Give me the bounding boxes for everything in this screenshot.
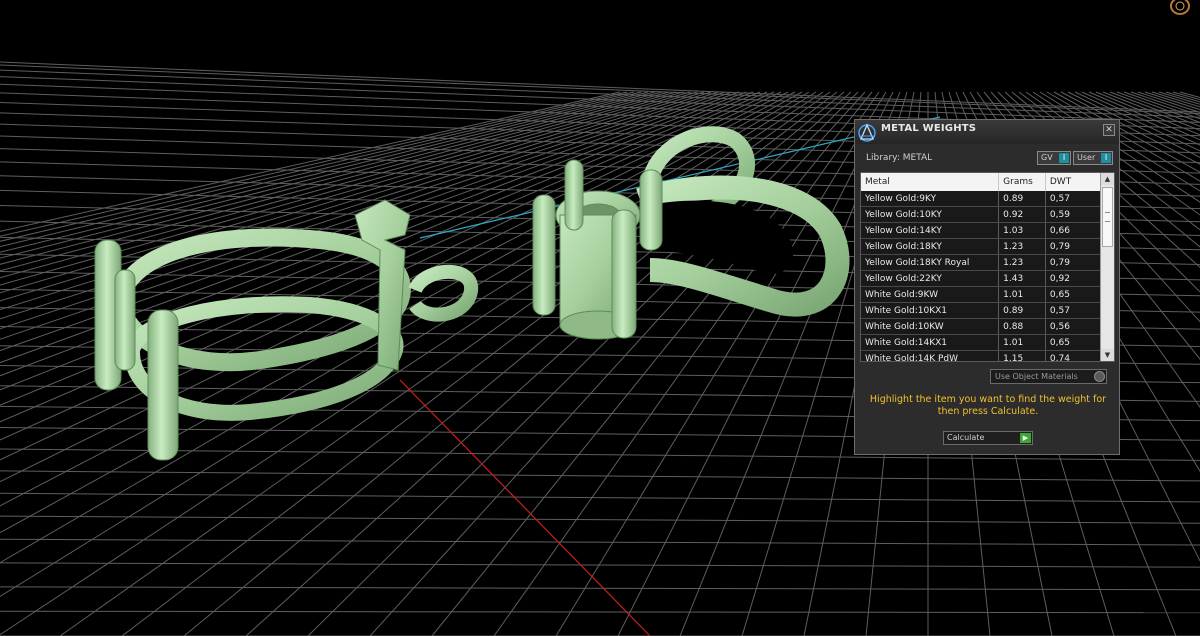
- grid-line: [0, 610, 1200, 614]
- metal-weights-panel: METAL WEIGHTS ✕ Library: METAL GV I User…: [854, 119, 1120, 455]
- grams-cell: 0.88: [998, 318, 1046, 335]
- product-logo-icon: [858, 123, 876, 142]
- grams-cell: 1.01: [998, 334, 1046, 351]
- grams-cell: 1.23: [998, 254, 1046, 271]
- table-row[interactable]: Yellow Gold:18KY 1.23 0,79: [861, 238, 1103, 255]
- grams-cell: 1.03: [998, 222, 1046, 239]
- grams-cell: 1.01: [998, 286, 1046, 303]
- dwt-cell: 0,79: [1045, 254, 1103, 271]
- grid-line: [0, 91, 628, 237]
- table-row[interactable]: Yellow Gold:22KY 1.43 0,92: [861, 270, 1103, 287]
- grams-cell: 0.89: [998, 191, 1046, 207]
- gv-library-toggle[interactable]: GV I: [1037, 151, 1071, 165]
- grid-line: [493, 91, 880, 636]
- table-row[interactable]: White Gold:14KX1 1.01 0,65: [861, 334, 1103, 351]
- library-label: Library: METAL: [866, 153, 933, 163]
- dwt-cell: 0,92: [1045, 270, 1103, 287]
- column-header-metal[interactable]: Metal: [861, 173, 1000, 191]
- calculate-button[interactable]: Calculate ▶: [943, 431, 1033, 445]
- metal-table-container[interactable]: Metal Grams DWT Yellow Gold:9KY 0.89 0,57 Y…: [860, 172, 1115, 362]
- grid-line: [0, 515, 1200, 524]
- metal-name-cell: Yellow Gold:18KY: [861, 238, 1000, 255]
- metal-name-cell: Yellow Gold:14KY: [861, 222, 1000, 239]
- use-object-materials-toggle[interactable]: Use Object Materials: [990, 369, 1107, 384]
- metal-name-cell: White Gold:10KX1: [861, 302, 1000, 319]
- grams-cell: 0.89: [998, 302, 1046, 319]
- user-toggle-indicator: I: [1101, 153, 1111, 163]
- table-row[interactable]: White Gold:14K PdW 1.15 0,74: [861, 350, 1103, 361]
- metal-name-cell: White Gold:14K PdW: [861, 350, 1000, 361]
- metal-name-cell: Yellow Gold:18KY Royal: [861, 254, 1000, 271]
- play-arrow-icon: ▶: [1020, 433, 1031, 443]
- grams-cell: 1.23: [998, 238, 1046, 255]
- instructions-text: Highlight the item you want to find the …: [869, 394, 1107, 417]
- dwt-cell: 0,79: [1045, 238, 1103, 255]
- table-row[interactable]: Yellow Gold:10KY 0.92 0,59: [861, 206, 1103, 223]
- dwt-cell: 0,66: [1045, 222, 1103, 239]
- grams-cell: 1.15: [998, 350, 1046, 361]
- dwt-cell: 0,57: [1045, 191, 1103, 207]
- grid-line: [0, 538, 1200, 546]
- metal-name-cell: Yellow Gold:22KY: [861, 270, 1000, 287]
- dwt-cell: 0,74: [1045, 350, 1103, 361]
- gv-toggle-label: GV: [1041, 153, 1053, 162]
- grams-cell: 0.92: [998, 206, 1046, 223]
- table-row[interactable]: Yellow Gold:18KY Royal 1.23 0,79: [861, 254, 1103, 271]
- dwt-cell: 0,57: [1045, 302, 1103, 319]
- column-header-dwt[interactable]: DWT: [1045, 173, 1103, 191]
- grid-line: [245, 91, 852, 636]
- metal-name-cell: White Gold:10KW: [861, 318, 1000, 335]
- table-row[interactable]: White Gold:10KW 0.88 0,56: [861, 318, 1103, 335]
- use-object-materials-label: Use Object Materials: [995, 372, 1078, 381]
- grid-line: [0, 586, 1200, 591]
- panel-title: METAL WEIGHTS: [881, 123, 977, 134]
- table-row[interactable]: Yellow Gold:9KY 0.89 0,57: [861, 191, 1103, 207]
- grid-line: [0, 61, 1200, 113]
- table-header-row: Metal Grams DWT: [861, 173, 1103, 191]
- scroll-down-arrow-icon[interactable]: ▼: [1101, 349, 1114, 361]
- grid-line: [555, 91, 887, 636]
- user-library-toggle[interactable]: User I: [1073, 151, 1113, 165]
- gv-toggle-indicator: I: [1059, 153, 1069, 163]
- metal-name-cell: Yellow Gold:10KY: [861, 206, 1000, 223]
- dwt-cell: 0,56: [1045, 318, 1103, 335]
- toggle-knob-icon: [1094, 371, 1105, 382]
- table-row[interactable]: White Gold:9KW 1.01 0,65: [861, 286, 1103, 303]
- calculate-label: Calculate: [947, 433, 985, 442]
- table-row[interactable]: Yellow Gold:14KY 1.03 0,66: [861, 222, 1103, 239]
- user-toggle-label: User: [1077, 153, 1096, 162]
- table-row[interactable]: White Gold:10KX1 0.89 0,57: [861, 302, 1103, 319]
- grams-cell: 1.43: [998, 270, 1046, 287]
- metal-name-cell: White Gold:14KX1: [861, 334, 1000, 351]
- grip-icon: [1105, 212, 1110, 222]
- grid-line: [0, 492, 1200, 503]
- metal-name-cell: Yellow Gold:9KY: [861, 191, 1000, 207]
- dwt-cell: 0,59: [1045, 206, 1103, 223]
- ring-logo-icon: [1170, 0, 1190, 15]
- dwt-cell: 0,65: [1045, 286, 1103, 303]
- table-scrollbar[interactable]: ▲ ▼: [1100, 173, 1114, 361]
- grid-line: [0, 91, 621, 232]
- panel-header[interactable]: METAL WEIGHTS ✕: [855, 120, 1119, 144]
- scroll-up-arrow-icon[interactable]: ▲: [1101, 173, 1114, 185]
- model-round-setting-with-bail[interactable]: [532, 126, 850, 340]
- metal-name-cell: White Gold:9KW: [861, 286, 1000, 303]
- column-header-grams[interactable]: Grams: [998, 173, 1046, 191]
- close-button[interactable]: ✕: [1103, 124, 1115, 136]
- scrollbar-thumb[interactable]: [1102, 187, 1113, 247]
- metal-weights-table: Metal Grams DWT Yellow Gold:9KY 0.89 0,57 Y…: [861, 173, 1103, 361]
- dwt-cell: 0,65: [1045, 334, 1103, 351]
